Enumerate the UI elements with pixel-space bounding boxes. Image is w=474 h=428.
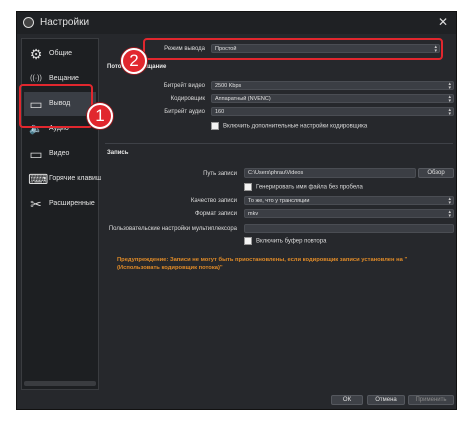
section-divider [105, 143, 453, 144]
video-bitrate-spinbox[interactable]: 2500 Kbps ▴ ▾ [211, 81, 454, 90]
ok-button[interactable]: ОК [331, 395, 363, 405]
keyboard-icon: ⌨ [28, 171, 49, 187]
checkbox-box[interactable] [211, 122, 219, 130]
audio-bitrate-value: 160 [215, 109, 225, 115]
audio-bitrate-label: Битрейт аудио [164, 109, 205, 115]
recording-format-value: mkv [248, 211, 259, 217]
audio-bitrate-select[interactable]: 160 ▴ ▾ [211, 107, 454, 116]
recording-path-input[interactable]: C:\Users\phrau\Videos [244, 168, 416, 178]
chevron-updown-icon: ▴ ▾ [448, 209, 451, 218]
title-bar: Настройки ✕ [17, 12, 456, 34]
muxer-settings-input[interactable] [244, 224, 454, 233]
sidebar-item-hotkeys[interactable]: ⌨ Горячие клавиши [24, 167, 106, 191]
cancel-button[interactable]: Отмена [367, 395, 405, 405]
step-2-badge: 2 [121, 48, 147, 74]
warning-message: Предупреждение: Записи не могут быть при… [117, 257, 408, 271]
output-mode-highlight-frame [143, 38, 443, 60]
browse-button[interactable]: Обзор [418, 168, 454, 178]
ok-button-label: ОК [342, 397, 352, 403]
checkbox-label: Генерировать имя файла без пробела [256, 184, 363, 191]
output-settings-panel: Режим вывода Простой ▴▾ Потоковое вещани… [101, 38, 455, 390]
monitor-icon: ▭ [29, 146, 43, 162]
checkbox-label: Включить буфер повтора [256, 238, 327, 245]
chevron-updown-icon: ▴ ▾ [448, 196, 451, 205]
sidebar-item-advanced[interactable]: ✂ Расширенные [24, 192, 96, 216]
recording-format-label: Формат записи [194, 211, 237, 217]
video-bitrate-label: Битрейт видео [163, 83, 205, 89]
recording-format-select[interactable]: mkv ▴ ▾ [244, 209, 454, 218]
sidebar-item-label: Видео [49, 150, 70, 157]
gear-icon: ⚙ [29, 46, 43, 62]
browse-button-label: Обзор [427, 170, 445, 176]
apply-button-label: Применить [415, 397, 447, 403]
close-icon[interactable]: ✕ [438, 15, 448, 29]
spin-arrows-icon: ▴ ▾ [448, 81, 451, 90]
checkbox-box[interactable] [244, 183, 252, 191]
apply-button[interactable]: Применить [408, 395, 454, 405]
recording-path-value: C:\Users\phrau\Videos [248, 170, 304, 176]
recording-quality-value: То же, что у трансляции [248, 198, 310, 204]
encoder-label: Кодировщик [170, 96, 205, 102]
encoder-select[interactable]: Аппаратный (NVENC) ▴ ▾ [211, 94, 454, 103]
sidebar-item-general[interactable]: ⚙ Общие [24, 42, 96, 66]
recording-quality-select[interactable]: То же, что у трансляции ▴ ▾ [244, 196, 454, 205]
recording-path-label: Путь записи [203, 171, 237, 177]
encoder-value: Аппаратный (NVENC) [215, 96, 271, 102]
sidebar-item-label: Общие [49, 50, 73, 57]
chevron-updown-icon: ▴ ▾ [448, 107, 451, 116]
settings-window: Настройки ✕ ⚙ Общие ((·)) Вещание ▭ Выво… [16, 11, 457, 410]
cancel-button-label: Отмена [375, 397, 397, 403]
recording-section-title: Запись [107, 150, 129, 156]
window-title: Настройки [40, 17, 90, 28]
chevron-updown-icon: ▴ ▾ [448, 94, 451, 103]
obs-logo-icon [23, 17, 34, 28]
muxer-settings-label: Пользовательские настройки мультиплексор… [108, 226, 237, 232]
sidebar-scrollbar[interactable] [24, 381, 96, 386]
step-1-badge: 1 [87, 103, 113, 129]
sidebar-item-label: Расширенные [49, 200, 95, 207]
checkbox-box[interactable] [244, 237, 252, 245]
recording-quality-label: Качество записи [190, 198, 237, 204]
video-bitrate-value: 2500 Kbps [215, 83, 242, 89]
output-highlight-frame [19, 84, 93, 128]
advanced-encoder-checkbox[interactable]: Включить дополнительные настройки кодиро… [211, 122, 367, 130]
sidebar-item-label: Вещание [49, 75, 79, 82]
tools-icon: ✂ [30, 196, 42, 212]
replay-buffer-checkbox[interactable]: Включить буфер повтора [244, 237, 326, 245]
checkbox-label: Включить дополнительные настройки кодиро… [223, 123, 368, 130]
no-space-filename-checkbox[interactable]: Генерировать имя файла без пробела [244, 183, 363, 191]
sidebar-item-video[interactable]: ▭ Видео [24, 142, 96, 166]
sidebar-item-label: Горячие клавиши [49, 175, 106, 182]
